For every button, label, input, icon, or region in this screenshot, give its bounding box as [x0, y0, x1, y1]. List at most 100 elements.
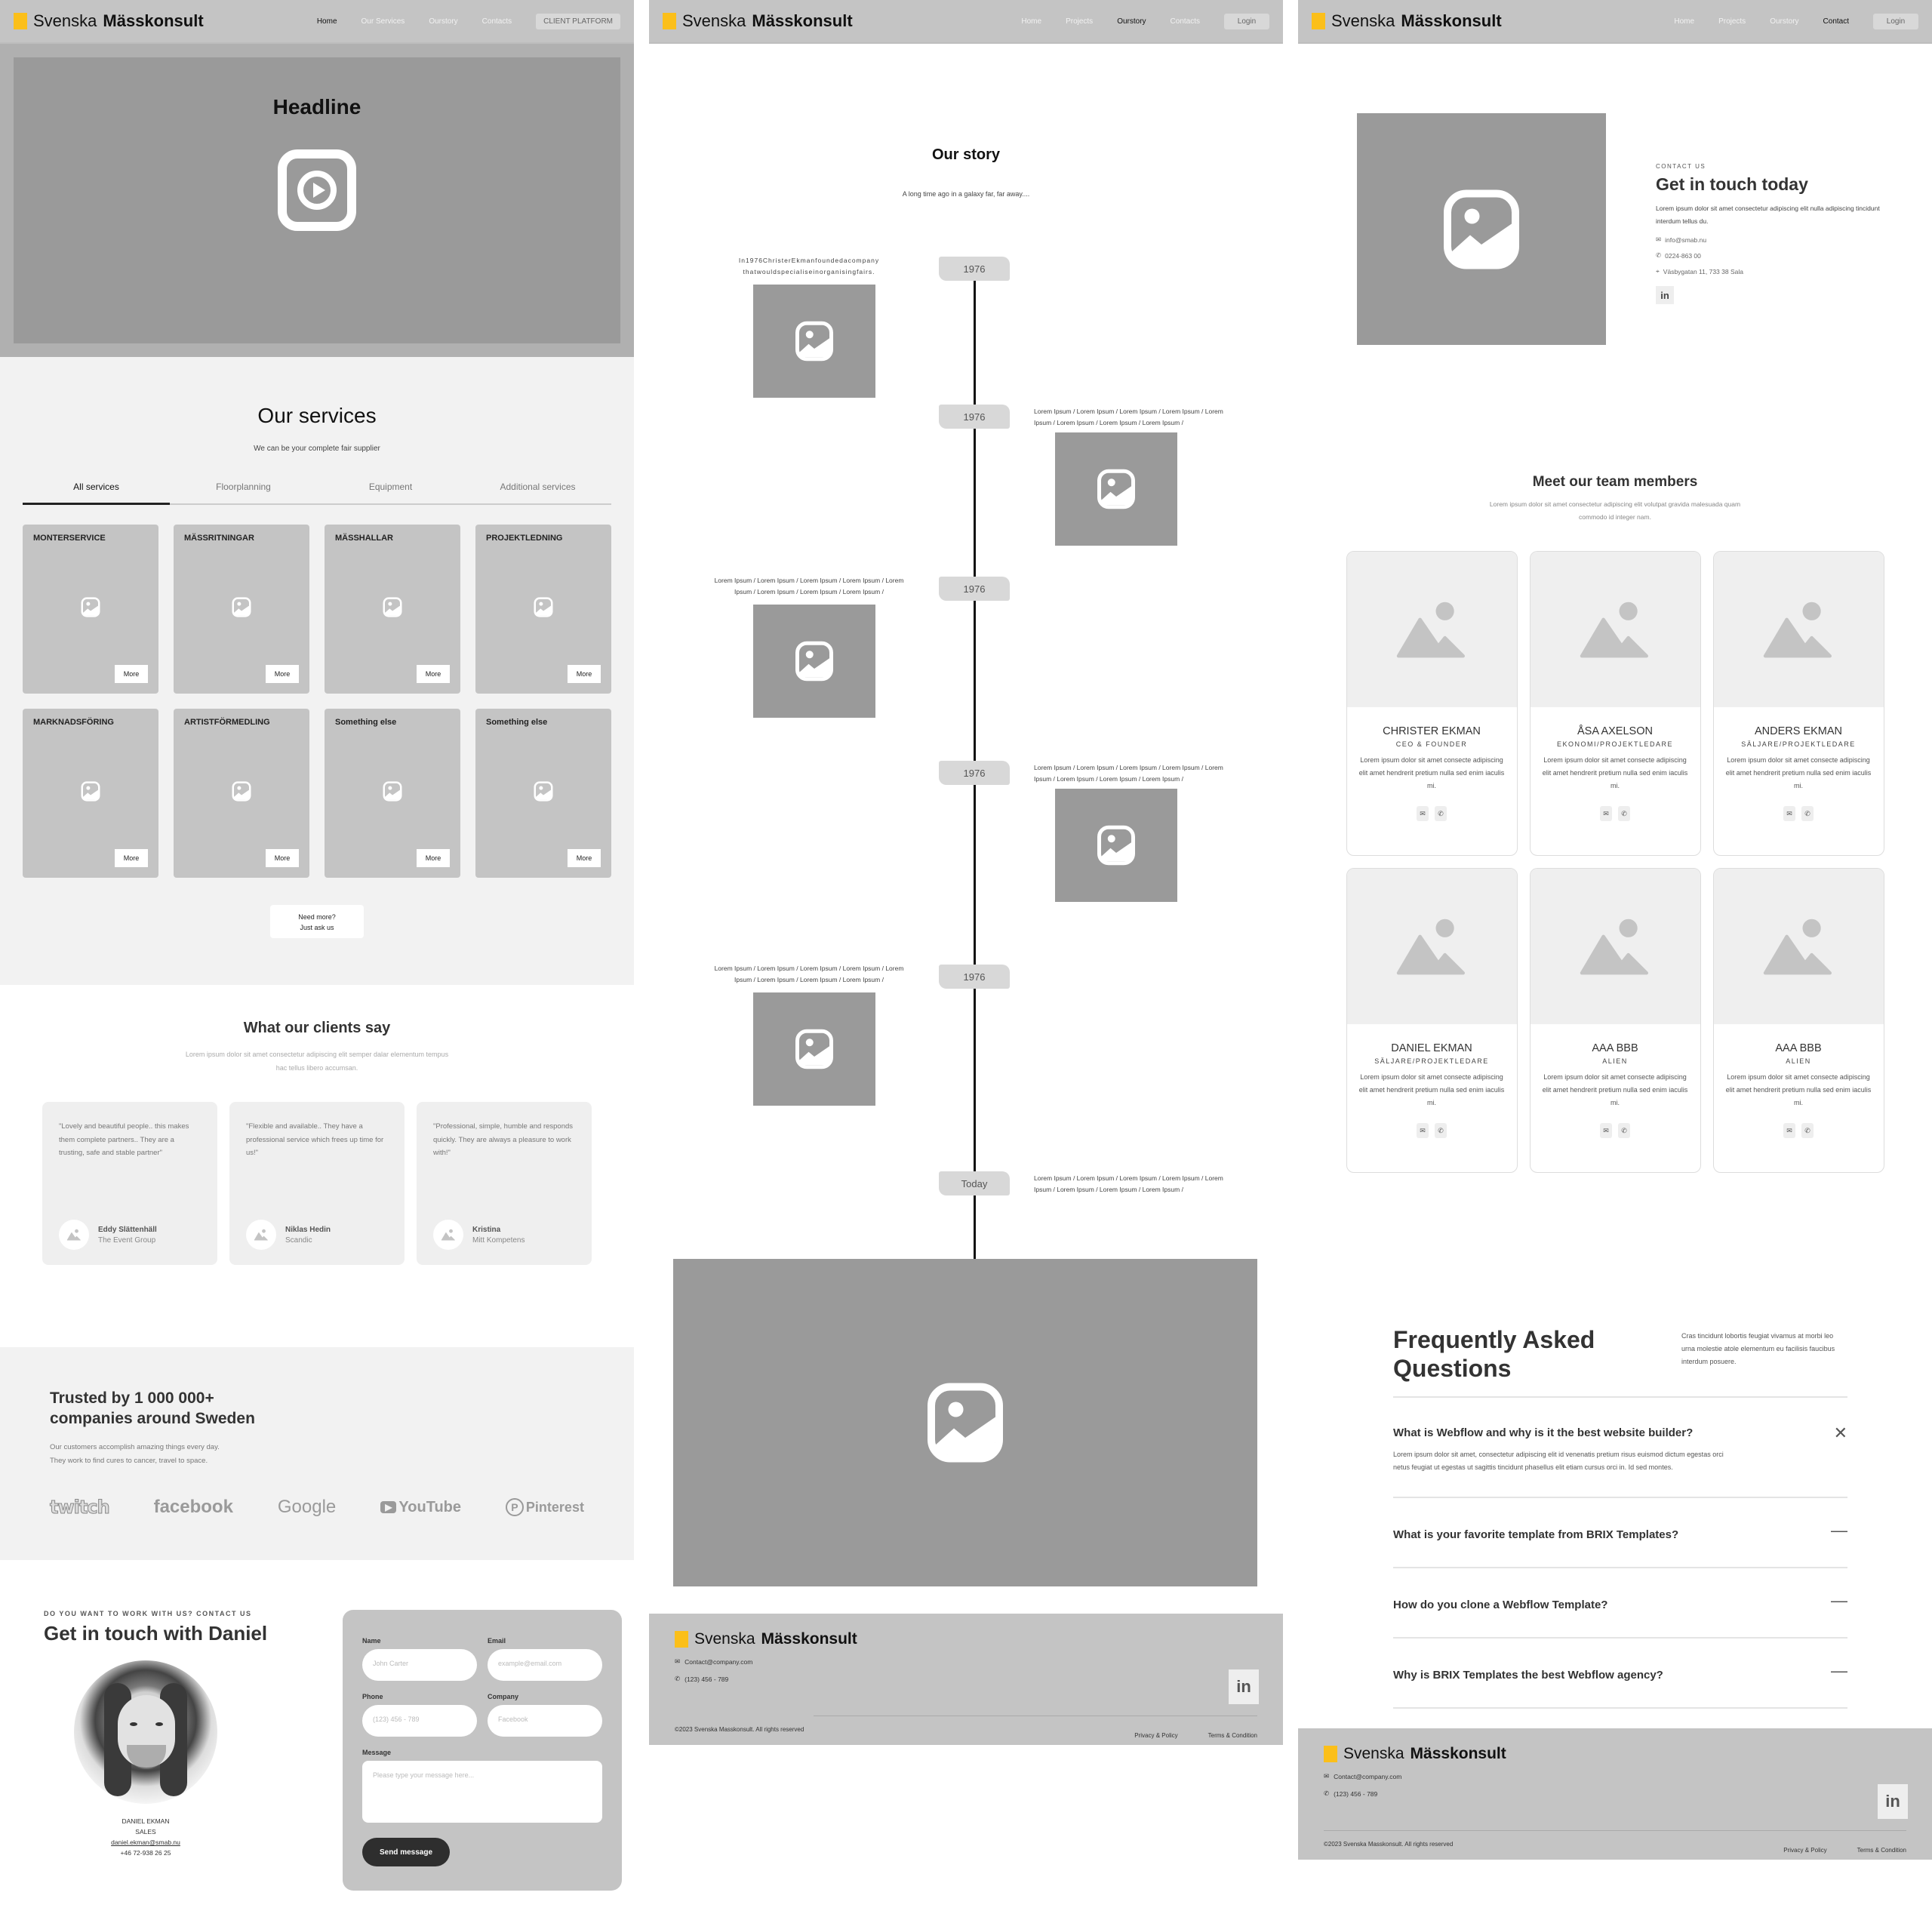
- person-email-link[interactable]: daniel.ekman@smab.nu: [111, 1839, 180, 1846]
- service-card[interactable]: Something else More: [475, 709, 611, 878]
- more-button[interactable]: More: [266, 849, 299, 867]
- nav-projects[interactable]: Projects: [1066, 17, 1093, 26]
- nav-our-services[interactable]: Our Services: [361, 17, 405, 26]
- linkedin-icon[interactable]: in: [1229, 1669, 1259, 1704]
- image-placeholder-icon: [1580, 602, 1648, 658]
- team-member-card: ÅSA AXELSON EKONOMI/PROJEKTLEDARE Lorem …: [1529, 551, 1701, 856]
- phone-icon[interactable]: ✆: [1618, 1123, 1630, 1138]
- tab-equipment[interactable]: Equipment: [317, 472, 464, 503]
- more-button[interactable]: More: [568, 665, 601, 683]
- service-card[interactable]: MÄSSRITNINGAR More: [174, 525, 309, 694]
- need-more-button[interactable]: Need more? Just ask us: [270, 905, 364, 938]
- member-photo: [1346, 869, 1517, 1024]
- tab-all-services[interactable]: All services: [23, 472, 170, 505]
- login-button[interactable]: Login: [1224, 13, 1269, 29]
- phone-icon[interactable]: ✆: [1801, 1123, 1814, 1138]
- name-input[interactable]: John Carter: [362, 1649, 477, 1681]
- email-icon[interactable]: ✉: [1417, 806, 1429, 821]
- minus-icon[interactable]: —: [1831, 1522, 1847, 1539]
- faq-question[interactable]: What is Webflow and why is it the best w…: [1393, 1426, 1847, 1439]
- privacy-link[interactable]: Privacy & Policy: [1783, 1847, 1826, 1854]
- tab-additional-services[interactable]: Additional services: [464, 472, 611, 503]
- terms-link[interactable]: Terms & Condition: [1857, 1847, 1906, 1854]
- minus-icon[interactable]: —: [1831, 1592, 1847, 1609]
- faq-question[interactable]: What is your favorite template from BRIX…: [1393, 1528, 1847, 1541]
- minus-icon[interactable]: —: [1831, 1663, 1847, 1679]
- nav-contact[interactable]: Contact: [1823, 17, 1849, 26]
- service-card[interactable]: MONTERSERVICE More: [23, 525, 158, 694]
- nav-home[interactable]: Home: [1021, 17, 1041, 26]
- footer-logo[interactable]: Svenska Mässkonsult: [1324, 1745, 1906, 1763]
- email-icon[interactable]: ✉: [1600, 806, 1612, 821]
- story-tagline: A long time ago in a galaxy far, far awa…: [902, 190, 1030, 198]
- linkedin-icon[interactable]: in: [1878, 1784, 1908, 1819]
- nav-contacts[interactable]: Contacts: [482, 17, 512, 26]
- footer-email[interactable]: Contact@company.com: [1334, 1773, 1401, 1780]
- services-title: Our services: [257, 404, 377, 427]
- nav-home[interactable]: Home: [317, 17, 337, 26]
- company-input[interactable]: Facebook: [488, 1705, 602, 1737]
- testimonial-name: Niklas Hedin: [285, 1225, 331, 1234]
- email-icon[interactable]: ✉: [1600, 1123, 1612, 1138]
- nav-our-story[interactable]: Ourstory: [1117, 17, 1146, 26]
- service-card[interactable]: ARTISTFÖRMEDLING More: [174, 709, 309, 878]
- phone-icon[interactable]: ✆: [1435, 1123, 1447, 1138]
- login-button[interactable]: Login: [1873, 13, 1918, 29]
- phone-input[interactable]: (123) 456 - 789: [362, 1705, 477, 1737]
- pinterest-logo-icon: P Pinterest: [505, 1498, 584, 1516]
- privacy-link[interactable]: Privacy & Policy: [1134, 1732, 1177, 1739]
- nav-contacts[interactable]: Contacts: [1171, 17, 1200, 26]
- more-button[interactable]: More: [115, 849, 148, 867]
- email-label: Email: [488, 1637, 506, 1645]
- email-icon[interactable]: ✉: [1783, 1123, 1795, 1138]
- faq-item[interactable]: Why is BRIX Templates the best Webflow a…: [1393, 1639, 1847, 1709]
- avatar: [433, 1220, 463, 1250]
- phone-icon[interactable]: ✆: [1435, 806, 1447, 821]
- navbar: Svenska Mässkonsult Home Projects Ourstor…: [1298, 0, 1932, 44]
- nav-projects[interactable]: Projects: [1718, 17, 1746, 26]
- more-button[interactable]: More: [568, 849, 601, 867]
- more-button[interactable]: More: [417, 665, 450, 683]
- testimonial-company: Mitt Kompetens: [472, 1235, 525, 1245]
- logo[interactable]: Svenska Mässkonsult: [663, 11, 853, 31]
- phone-icon: ✆: [675, 1675, 681, 1682]
- more-button[interactable]: More: [266, 665, 299, 683]
- more-button[interactable]: More: [115, 665, 148, 683]
- logo[interactable]: Svenska Mässkonsult: [1312, 11, 1502, 31]
- service-card[interactable]: PROJEKTLEDNING More: [475, 525, 611, 694]
- play-icon[interactable]: [278, 149, 356, 231]
- terms-link[interactable]: Terms & Condition: [1208, 1732, 1257, 1739]
- message-textarea[interactable]: Please type your message here...: [362, 1761, 602, 1823]
- contact-email-link[interactable]: info@smab.nu: [1665, 236, 1706, 244]
- email-input[interactable]: example@email.com: [488, 1649, 602, 1681]
- footer-phone: (123) 456 - 789: [1334, 1789, 1378, 1798]
- timeline-text: Lorem Ipsum / Lorem Ipsum / Lorem Ipsum …: [714, 965, 904, 983]
- phone-icon[interactable]: ✆: [1801, 806, 1814, 821]
- service-card[interactable]: Something else More: [325, 709, 460, 878]
- service-card[interactable]: MARKNADSFÖRING More: [23, 709, 158, 878]
- faq-item[interactable]: What is Webflow and why is it the best w…: [1393, 1398, 1847, 1498]
- close-icon[interactable]: ✕: [1834, 1425, 1847, 1442]
- faq-question[interactable]: Why is BRIX Templates the best Webflow a…: [1393, 1669, 1847, 1682]
- client-platform-button[interactable]: CLIENT PLATFORM: [536, 13, 620, 29]
- nav-home[interactable]: Home: [1674, 17, 1694, 26]
- more-button[interactable]: More: [417, 849, 450, 867]
- testimonial-quote: "Flexible and available.. They have a pr…: [246, 1122, 384, 1157]
- email-icon[interactable]: ✉: [1417, 1123, 1429, 1138]
- nav-our-story[interactable]: Ourstory: [1770, 17, 1798, 26]
- service-card[interactable]: MÄSSHALLAR More: [325, 525, 460, 694]
- member-bio: Lorem ipsum dolor sit amet consecte adip…: [1542, 1073, 1688, 1106]
- faq-item[interactable]: What is your favorite template from BRIX…: [1393, 1498, 1847, 1568]
- send-message-button[interactable]: Send message: [362, 1838, 450, 1866]
- footer-logo[interactable]: Svenska Mässkonsult: [675, 1630, 1257, 1648]
- tab-floorplanning[interactable]: Floorplanning: [170, 472, 317, 503]
- logo-mark-icon: [1324, 1746, 1337, 1762]
- footer-email[interactable]: Contact@company.com: [685, 1658, 752, 1666]
- email-icon[interactable]: ✉: [1783, 806, 1795, 821]
- faq-question[interactable]: How do you clone a Webflow Template?: [1393, 1599, 1847, 1611]
- nav-our-story[interactable]: Ourstory: [429, 17, 457, 26]
- logo[interactable]: Svenska Mässkonsult: [14, 11, 204, 31]
- linkedin-icon[interactable]: in: [1656, 286, 1674, 304]
- phone-icon[interactable]: ✆: [1618, 806, 1630, 821]
- faq-item[interactable]: How do you clone a Webflow Template? —: [1393, 1568, 1847, 1639]
